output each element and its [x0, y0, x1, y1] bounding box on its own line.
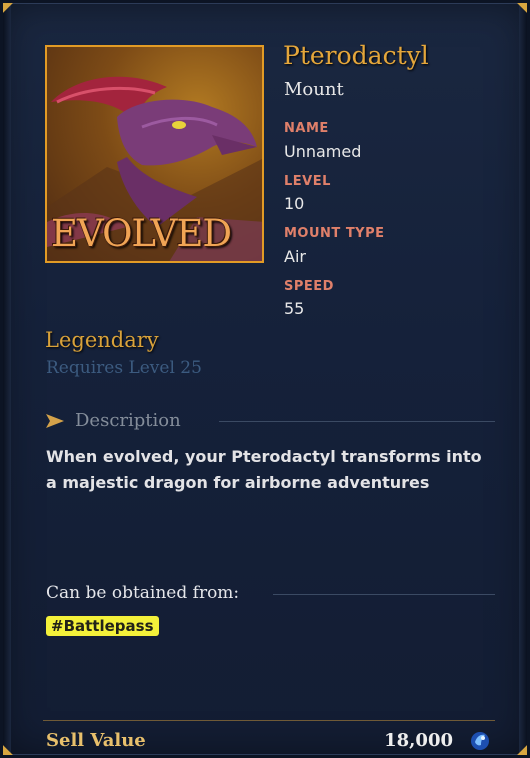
- card-edge-left: [3, 3, 11, 755]
- item-category: Mount: [284, 79, 344, 100]
- stat-label-level: LEVEL: [284, 174, 331, 189]
- sell-value-amount: 18,000: [384, 730, 453, 751]
- stat-label-speed: SPEED: [284, 279, 334, 294]
- item-name: Pterodactyl: [283, 41, 429, 70]
- stat-value-name: Unnamed: [284, 142, 362, 161]
- stat-value-level: 10: [284, 194, 305, 213]
- mount-portrait: EVOLVED: [45, 45, 264, 263]
- evolved-overlay: EVOLVED: [51, 212, 232, 255]
- divider: [43, 720, 495, 721]
- divider: [273, 594, 495, 595]
- description-heading: Description: [75, 410, 181, 431]
- stat-label-name: NAME: [284, 121, 329, 136]
- divider: [219, 421, 495, 422]
- source-tag-battlepass[interactable]: #Battlepass: [46, 616, 159, 636]
- sell-value-label: Sell Value: [46, 730, 146, 751]
- level-requirement: Requires Level 25: [46, 358, 202, 378]
- description-header: Description: [45, 410, 495, 434]
- stat-value-speed: 55: [284, 299, 305, 318]
- card-edge-right: [519, 3, 527, 755]
- stat-label-mount-type: MOUNT TYPE: [284, 226, 385, 241]
- obtain-label: Can be obtained from:: [46, 583, 240, 603]
- rarity-label: Legendary: [45, 328, 159, 352]
- description-text: When evolved, your Pterodactyl transform…: [46, 447, 482, 492]
- arrow-right-icon: [46, 414, 64, 428]
- stat-value-mount-type: Air: [284, 247, 306, 266]
- item-tooltip-card: EVOLVED Pterodactyl Mount NAME Unnamed L…: [0, 0, 530, 758]
- blue-gem-icon: [471, 732, 489, 750]
